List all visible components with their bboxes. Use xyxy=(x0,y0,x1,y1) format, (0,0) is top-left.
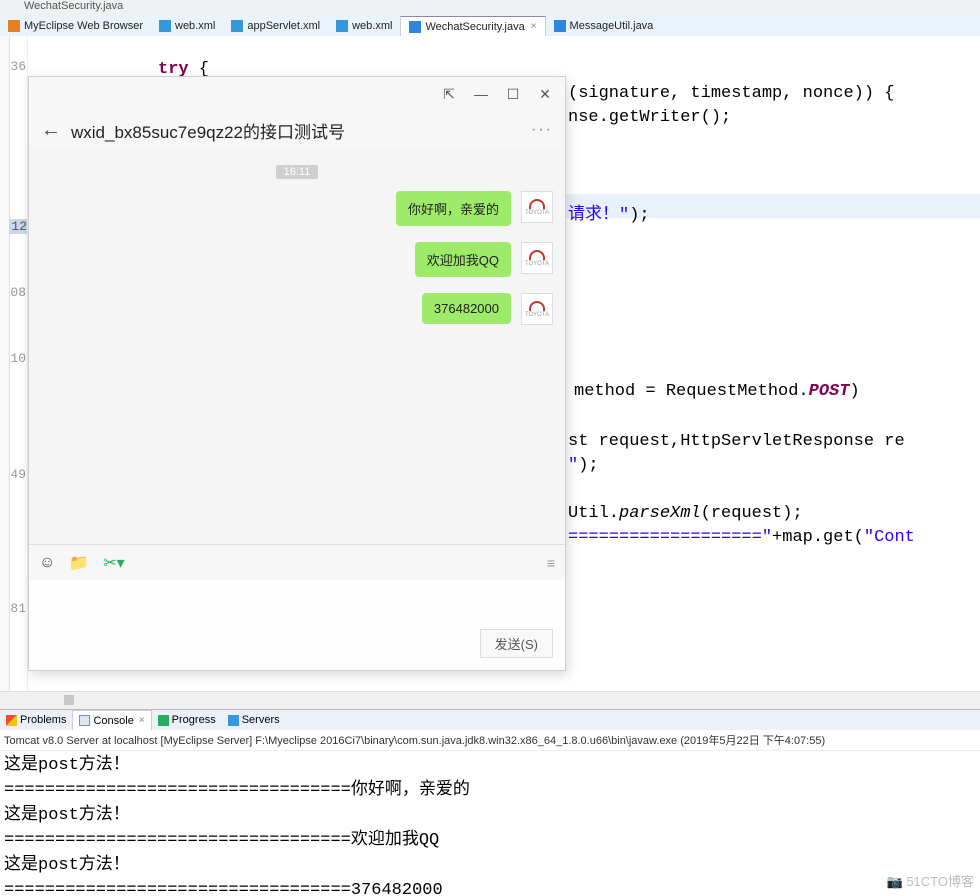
code-line: method = RequestMethod.POST) xyxy=(574,380,860,404)
gutter-folding xyxy=(0,36,10,691)
tab-label: Console xyxy=(93,715,133,727)
console-line: 这是post方法！ xyxy=(4,803,976,828)
code-line: Util.parseXml(request); xyxy=(568,502,803,526)
tab-appservlet-xml[interactable]: appServlet.xml xyxy=(223,16,328,36)
pin-icon[interactable]: ⇱ xyxy=(435,83,463,105)
chat-message-row: 376482000 TOYOTA xyxy=(41,293,553,325)
bottom-panel: Problems Console × Progress Servers Tomca… xyxy=(0,709,980,896)
progress-icon xyxy=(158,715,169,726)
avatar[interactable]: TOYOTA xyxy=(521,242,553,274)
xml-icon xyxy=(231,20,243,32)
tab-label: MessageUtil.java xyxy=(570,20,654,32)
tab-label: appServlet.xml xyxy=(247,20,320,32)
more-icon[interactable]: ··· xyxy=(531,121,553,139)
tab-problems[interactable]: Problems xyxy=(0,710,72,730)
xml-icon xyxy=(159,20,171,32)
chat-bubble: 欢迎加我QQ xyxy=(415,242,511,277)
close-icon[interactable]: × xyxy=(531,21,537,32)
chat-title: wxid_bx85suc7e9qz22的接口测试号 xyxy=(71,118,345,143)
folder-icon[interactable]: 📁 xyxy=(69,553,89,573)
console-output[interactable]: 这是post方法！===============================… xyxy=(0,751,980,896)
scrollbar-thumb[interactable] xyxy=(64,695,74,705)
tab-label: web.xml xyxy=(352,20,392,32)
line-number: 81 xyxy=(10,601,26,616)
line-number: 49 xyxy=(10,467,26,482)
console-line: 这是post方法！ xyxy=(4,853,976,878)
tab-label: Problems xyxy=(20,714,66,726)
console-line: ==================================你好啊，亲爱… xyxy=(4,778,976,803)
line-number: 12 xyxy=(9,219,27,234)
console-header: Tomcat v8.0 Server at localhost [MyEclip… xyxy=(0,730,980,751)
line-number: 08 xyxy=(10,285,26,300)
emoji-icon[interactable]: ☺ xyxy=(39,554,55,572)
send-button[interactable]: 发送(S) xyxy=(480,629,553,658)
back-icon[interactable]: ← xyxy=(41,119,61,142)
gutter-line-numbers: 36 12 08 10 49 81 xyxy=(10,36,28,691)
close-icon[interactable]: × xyxy=(139,715,145,726)
console-line: ==================================欢迎加我QQ xyxy=(4,828,976,853)
chat-messages-area[interactable]: 16:11 你好啊，亲爱的 TOYOTA 欢迎加我QQ TOYOTA 37648… xyxy=(29,149,565,544)
chat-header: ← wxid_bx85suc7e9qz22的接口测试号 ··· xyxy=(29,111,565,149)
list-icon[interactable]: ≡ xyxy=(547,555,555,571)
scissors-icon[interactable]: ✂▾ xyxy=(103,553,124,573)
servers-icon xyxy=(228,715,239,726)
minimize-icon[interactable]: — xyxy=(467,83,495,105)
problems-icon xyxy=(6,715,17,726)
editor-horizontal-scrollbar[interactable] xyxy=(0,691,980,709)
tab-messageutil[interactable]: MessageUtil.java xyxy=(546,16,662,36)
tab-label: Servers xyxy=(242,714,280,726)
code-line: nse.getWriter(); xyxy=(568,106,731,130)
line-number: 36 xyxy=(10,59,26,74)
tab-servers[interactable]: Servers xyxy=(222,710,286,730)
chat-titlebar[interactable]: ⇱ — ☐ ✕ xyxy=(29,77,565,111)
watermark-text: 📷 51CTO博客 xyxy=(887,871,974,890)
chat-message-row: 欢迎加我QQ TOYOTA xyxy=(41,242,553,277)
chat-bubble: 你好啊，亲爱的 xyxy=(396,191,511,226)
chat-toolbar: ☺ 📁 ✂▾ ≡ xyxy=(29,544,565,580)
tab-console[interactable]: Console × xyxy=(72,710,151,730)
console-line: 这是post方法！ xyxy=(4,753,976,778)
java-icon xyxy=(409,21,421,33)
tab-label: web.xml xyxy=(175,20,215,32)
code-line: st request,HttpServletResponse re xyxy=(568,430,905,454)
tab-progress[interactable]: Progress xyxy=(152,710,222,730)
editor-tab-strip: MyEclipse Web Browser web.xml appServlet… xyxy=(0,16,980,36)
tab-label: Progress xyxy=(172,714,216,726)
avatar[interactable]: TOYOTA xyxy=(521,191,553,223)
code-line: 请求！"); xyxy=(568,204,650,228)
line-number: 10 xyxy=(10,351,26,366)
chat-input-area[interactable]: 发送(S) xyxy=(29,580,565,670)
tab-web-xml-2[interactable]: web.xml xyxy=(328,16,400,36)
tab-label: MyEclipse Web Browser xyxy=(24,20,143,32)
bottom-tab-strip: Problems Console × Progress Servers xyxy=(0,710,980,730)
maximize-icon[interactable]: ☐ xyxy=(499,83,527,105)
window-file-title: WechatSecurity.java xyxy=(0,0,980,16)
tab-browser[interactable]: MyEclipse Web Browser xyxy=(0,16,151,36)
console-line: ==================================376482… xyxy=(4,878,976,896)
java-icon xyxy=(554,20,566,32)
code-line: ==================="+map.get("Cont xyxy=(568,526,915,550)
chat-timestamp: 16:11 xyxy=(276,165,318,179)
xml-icon xyxy=(336,20,348,32)
console-icon xyxy=(79,715,90,726)
tab-web-xml-1[interactable]: web.xml xyxy=(151,16,223,36)
code-line: "); xyxy=(568,454,599,478)
tab-label: WechatSecurity.java xyxy=(425,21,524,33)
code-line: (signature, timestamp, nonce)) { xyxy=(568,82,894,106)
tab-wechatsecurity[interactable]: WechatSecurity.java × xyxy=(400,16,545,36)
browser-icon xyxy=(8,20,20,32)
chat-bubble: 376482000 xyxy=(422,293,511,324)
wechat-chat-window: ⇱ — ☐ ✕ ← wxid_bx85suc7e9qz22的接口测试号 ··· … xyxy=(28,76,566,671)
avatar[interactable]: TOYOTA xyxy=(521,293,553,325)
close-icon[interactable]: ✕ xyxy=(531,83,559,105)
chat-message-row: 你好啊，亲爱的 TOYOTA xyxy=(41,191,553,226)
